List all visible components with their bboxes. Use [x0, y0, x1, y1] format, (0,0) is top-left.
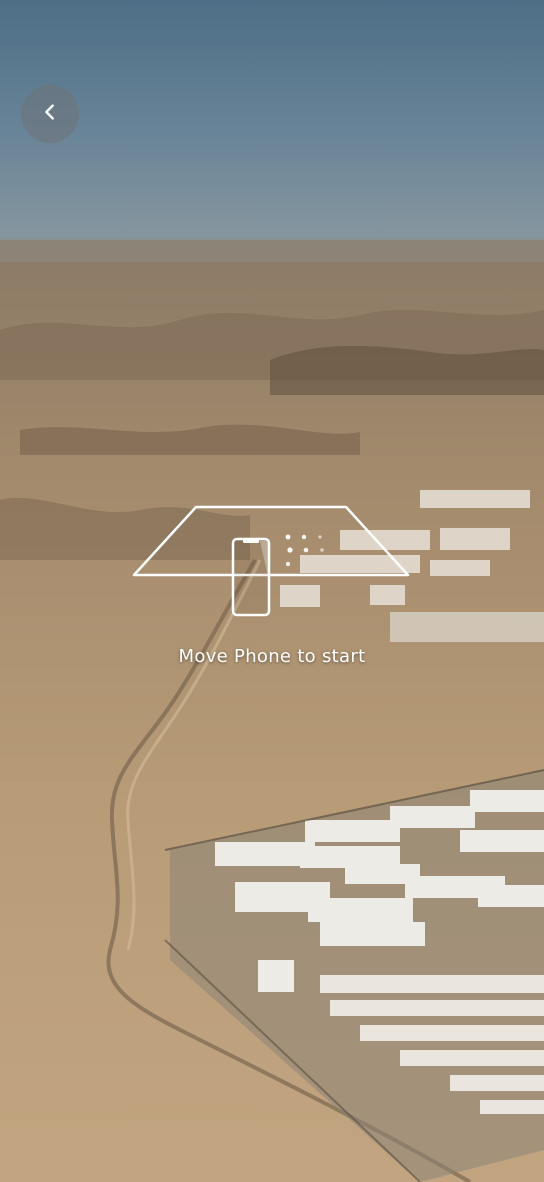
phone-outline-icon [231, 537, 271, 617]
ar-plane-outline-icon [132, 505, 410, 577]
chevron-left-icon [39, 101, 61, 127]
scan-dots [285, 534, 324, 567]
ar-placement-guide [132, 505, 410, 617]
instruction-text: Move Phone to start [178, 646, 366, 667]
back-button[interactable] [21, 85, 79, 143]
